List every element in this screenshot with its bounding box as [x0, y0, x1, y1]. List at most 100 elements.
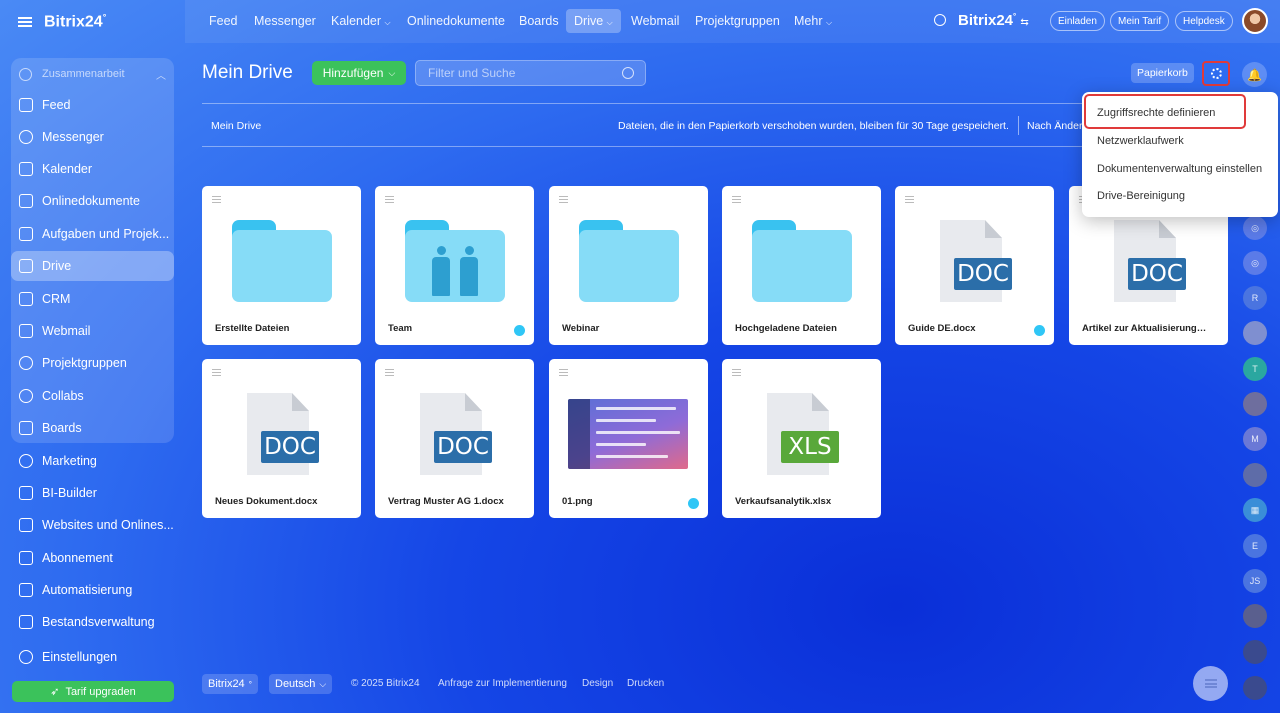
menu-item-drive-cleanup[interactable]: Drive-Bereinigung — [1097, 190, 1185, 202]
topnav-calendar[interactable]: Kalender ⌵ — [331, 14, 391, 28]
file-card[interactable]: Team — [375, 186, 534, 345]
rail-avatar[interactable] — [1243, 676, 1267, 700]
sidebar-item-feed[interactable]: Feed — [11, 90, 174, 120]
sidebar-item-webmail[interactable]: Webmail — [11, 316, 174, 346]
chat-icon — [19, 130, 33, 144]
rail-calendar-icon[interactable]: ▦ — [1243, 498, 1267, 522]
info-bar: Mein Drive Dateien, die in den Papierkor… — [202, 103, 1227, 147]
drag-handle-icon[interactable] — [385, 369, 394, 376]
search-box[interactable] — [415, 60, 646, 86]
team-folder-icon — [405, 220, 505, 302]
file-card[interactable]: Erstellte Dateien — [202, 186, 361, 345]
sidebar-item-automation[interactable]: Automatisierung — [11, 575, 174, 605]
file-card[interactable]: DOC Neues Dokument.docx — [202, 359, 361, 518]
bell-icon[interactable]: 🔔 — [1242, 62, 1267, 87]
my-tariff-button[interactable]: Mein Tarif — [1110, 11, 1170, 31]
sidebar-item-collabs[interactable]: Collabs — [11, 381, 174, 411]
language-selector[interactable]: Deutsch ⌵ — [269, 674, 333, 694]
rail-contact[interactable]: E — [1243, 534, 1267, 558]
sidebar-item-websites[interactable]: Websites und Onlines... — [11, 510, 174, 540]
brand-logo[interactable]: Bitrix24° — [44, 12, 106, 31]
footer-brand-button[interactable]: Bitrix24 ° — [202, 674, 258, 694]
sidebar-item-marketing[interactable]: Marketing — [11, 446, 174, 476]
file-card[interactable]: DOC Guide DE.docx — [895, 186, 1054, 345]
drag-handle-icon[interactable] — [212, 196, 221, 203]
floating-menu-button[interactable] — [1193, 666, 1228, 701]
file-card[interactable]: 01.png — [549, 359, 708, 518]
inventory-icon — [19, 615, 33, 629]
doc-file-icon: DOC — [247, 393, 319, 475]
sidebar-item-crm[interactable]: CRM — [11, 284, 174, 314]
footer-link-print[interactable]: Drucken — [627, 678, 664, 689]
sidebar-item-online-docs[interactable]: Onlinedokumente — [11, 186, 174, 216]
user-avatar[interactable] — [1242, 8, 1268, 34]
rail-avatar[interactable] — [1243, 463, 1267, 487]
folder-icon — [752, 220, 852, 302]
rail-contact[interactable]: T — [1243, 357, 1267, 381]
rail-avatar[interactable] — [1243, 392, 1267, 416]
sidebar-item-calendar[interactable]: Kalender — [11, 154, 174, 184]
upgrade-tariff-button[interactable]: ➶ Tarif upgraden — [12, 681, 174, 702]
file-card[interactable]: DOC Vertrag Muster AG 1.docx — [375, 359, 534, 518]
add-button[interactable]: Hinzufügen ⌵ — [312, 61, 406, 85]
drag-handle-icon[interactable] — [385, 196, 394, 203]
topnav-workgroups[interactable]: Projektgruppen — [695, 14, 780, 28]
sidebar-item-tasks[interactable]: Aufgaben und Projek... — [11, 219, 174, 249]
menu-item-access-rights[interactable]: Zugriffsrechte definieren — [1097, 107, 1215, 119]
invite-button[interactable]: Einladen — [1050, 11, 1105, 31]
topnav-messenger[interactable]: Messenger — [254, 14, 316, 28]
sidebar-group-header[interactable]: Zusammenarbeit ︿ — [19, 66, 166, 82]
helpdesk-button[interactable]: Helpdesk — [1175, 11, 1233, 31]
breadcrumb[interactable]: Mein Drive — [211, 120, 261, 132]
file-name: Vertrag Muster AG 1.docx — [388, 496, 504, 507]
drag-handle-icon[interactable] — [559, 369, 568, 376]
sidebar-item-drive[interactable]: Drive — [11, 251, 174, 281]
drag-handle-icon[interactable] — [559, 196, 568, 203]
menu-item-network-drive[interactable]: Netzwerklaufwerk — [1097, 135, 1184, 147]
sidebar-item-subscription[interactable]: Abonnement — [11, 543, 174, 573]
rail-contact[interactable]: JS — [1243, 569, 1267, 593]
drag-handle-icon[interactable] — [905, 196, 914, 203]
topnav-boards[interactable]: Boards — [519, 14, 559, 28]
file-card[interactable]: Hochgeladene Dateien — [722, 186, 881, 345]
robot-icon — [19, 583, 33, 597]
chevron-up-icon[interactable]: ︿ — [156, 67, 166, 82]
footer-link-implementation[interactable]: Anfrage zur Implementierung — [438, 678, 567, 689]
bar-chart-icon — [19, 486, 33, 500]
rail-avatar[interactable] — [1243, 321, 1267, 345]
sort-selector[interactable]: Nach Änder — [1027, 120, 1082, 132]
menu-item-document-management[interactable]: Dokumentenverwaltung einstellen — [1097, 163, 1262, 175]
menu-toggle-icon[interactable] — [18, 16, 32, 27]
search-input[interactable] — [428, 66, 608, 80]
trash-button[interactable]: Papierkorb — [1131, 63, 1194, 83]
topnav-feed[interactable]: Feed — [209, 14, 238, 28]
topnav-webmail[interactable]: Webmail — [631, 14, 679, 28]
drag-handle-icon[interactable] — [732, 369, 741, 376]
rail-contact[interactable]: R — [1243, 286, 1267, 310]
file-name: Team — [388, 323, 413, 334]
rail-contact[interactable]: M — [1243, 427, 1267, 451]
search-icon[interactable] — [934, 14, 946, 26]
drag-handle-icon[interactable] — [212, 369, 221, 376]
drag-handle-icon[interactable] — [732, 196, 741, 203]
rail-avatar[interactable] — [1243, 640, 1267, 664]
rail-chat-icon[interactable]: ◎ — [1243, 251, 1267, 275]
sidebar-item-settings[interactable]: Einstellungen — [11, 642, 174, 672]
topnav-drive[interactable]: Drive ⌵ — [566, 9, 621, 33]
rail-chat-icon[interactable]: ◎ — [1243, 216, 1267, 240]
settings-button[interactable] — [1202, 61, 1230, 86]
file-card[interactable]: XLS Verkaufsanalytik.xlsx — [722, 359, 881, 518]
sidebar-item-workgroups[interactable]: Projektgruppen — [11, 348, 174, 378]
file-card[interactable]: Webinar — [549, 186, 708, 345]
file-name: Erstellte Dateien — [215, 323, 290, 334]
topnav-online-docs[interactable]: Onlinedokumente — [407, 14, 505, 28]
topnav-more[interactable]: Mehr ⌵ — [794, 14, 832, 28]
brand-logo-top[interactable]: Bitrix24° ⇆ — [958, 12, 1029, 29]
sidebar-item-boards[interactable]: Boards — [11, 413, 174, 443]
sidebar-item-inventory[interactable]: Bestandsverwaltung — [11, 607, 174, 637]
rail-avatar[interactable] — [1243, 604, 1267, 628]
sidebar-item-messenger[interactable]: Messenger — [11, 122, 174, 152]
sidebar-item-bi-builder[interactable]: BI-Builder — [11, 478, 174, 508]
search-icon[interactable] — [622, 67, 634, 79]
footer-link-design[interactable]: Design — [582, 678, 613, 689]
